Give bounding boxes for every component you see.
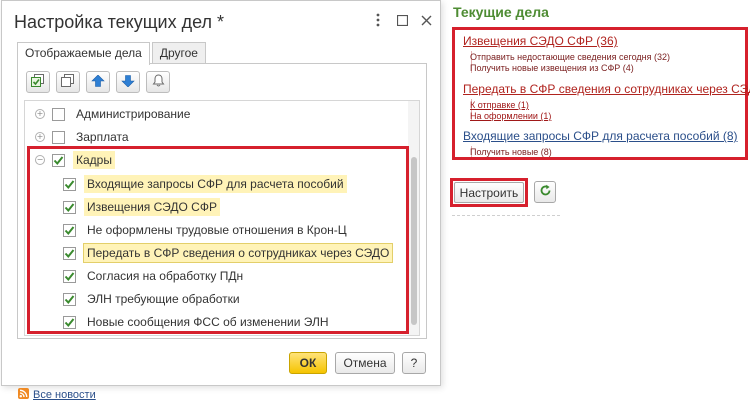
- task-send-missing-link[interactable]: Отправить недостающие сведения сегодня (…: [470, 52, 670, 62]
- check-all-icon: [31, 74, 45, 90]
- tree-item-label: Новые сообщения ФСС об изменении ЭЛН: [87, 315, 329, 329]
- refresh-button[interactable]: [534, 181, 556, 203]
- task-tree: + Администрирование + Зарплата − Кадры В…: [24, 100, 420, 336]
- tree-item-label: Входящие запросы СФР для расчета пособий: [84, 175, 347, 193]
- checkbox-checked[interactable]: [63, 292, 76, 306]
- help-button[interactable]: ?: [402, 352, 426, 374]
- tab-other[interactable]: Другое: [151, 42, 206, 64]
- more-options-icon[interactable]: [369, 11, 387, 29]
- tab-displayed-tasks[interactable]: Отображаемые дела: [17, 42, 150, 65]
- uncheck-all-button[interactable]: [56, 71, 80, 93]
- rss-icon: [18, 388, 29, 400]
- checkbox-checked[interactable]: [63, 200, 76, 214]
- bell-icon: [152, 74, 165, 90]
- configure-button-frame: Настроить: [450, 178, 528, 207]
- move-up-icon: [91, 74, 105, 90]
- current-tasks-list: Извещения СЭДО СФР (36) Отправить недост…: [452, 27, 750, 160]
- task-to-send-link[interactable]: К отправке (1): [470, 100, 529, 110]
- checkbox-checked[interactable]: [63, 315, 76, 329]
- move-down-button[interactable]: [116, 71, 140, 93]
- tab-content: + Администрирование + Зарплата − Кадры В…: [17, 63, 427, 339]
- tree-item-send-to-sfr[interactable]: Передать в СФР сведения о сотрудниках че…: [63, 242, 394, 264]
- settings-dialog: Настройка текущих дел * Отображаемые дел…: [1, 0, 441, 386]
- collapse-icon[interactable]: −: [35, 155, 45, 165]
- current-tasks-title: Текущие дела: [453, 4, 549, 20]
- tree-item-label: Зарплата: [76, 130, 129, 144]
- maximize-icon[interactable]: [393, 11, 411, 29]
- checkbox-checked[interactable]: [63, 246, 76, 260]
- configure-button[interactable]: Настроить: [454, 182, 524, 203]
- tree-item-administration[interactable]: + Администрирование: [35, 103, 193, 125]
- checkbox-checked[interactable]: [63, 269, 76, 283]
- tree-item-label: Кадры: [73, 151, 115, 169]
- tree-item-personnel[interactable]: − Кадры: [35, 149, 115, 171]
- tree-scrollbar[interactable]: [408, 101, 419, 335]
- move-down-icon: [121, 74, 135, 90]
- checkbox-checked[interactable]: [63, 223, 76, 237]
- tree-item-incoming-requests[interactable]: Входящие запросы СФР для расчета пособий: [63, 173, 347, 195]
- tree-item-label: Администрирование: [76, 107, 191, 121]
- tree-item-label: Не оформлены трудовые отношения в Крон-Ц: [87, 223, 347, 237]
- tree-item-sedo-notices[interactable]: Извещения СЭДО СФР: [63, 196, 220, 218]
- group-send-to-sfr-link[interactable]: Передать в СФР сведения о сотрудниках че…: [463, 82, 750, 96]
- news-row: Все новости: [18, 388, 96, 400]
- cancel-button[interactable]: Отмена: [335, 352, 395, 374]
- tree-item-label: Передать в СФР сведения о сотрудниках че…: [82, 243, 394, 263]
- tree-item-fss-messages[interactable]: Новые сообщения ФСС об изменении ЭЛН: [63, 311, 332, 333]
- tree-item-label: Согласия на обработку ПДн: [87, 269, 244, 283]
- checkbox[interactable]: [52, 130, 65, 144]
- dialog-tabs: Отображаемые дела Другое: [17, 42, 206, 65]
- divider: [452, 215, 560, 216]
- tree-item-pd-consent[interactable]: Согласия на обработку ПДн: [63, 265, 246, 287]
- ok-button[interactable]: ОК: [289, 352, 327, 374]
- task-get-notices-link[interactable]: Получить новые извещения из СФР (4): [470, 63, 634, 73]
- expand-icon[interactable]: +: [35, 132, 45, 142]
- close-icon[interactable]: [417, 11, 435, 29]
- tree-item-eln-processing[interactable]: ЭЛН требующие обработки: [63, 288, 243, 310]
- tree-item-label: ЭЛН требующие обработки: [87, 292, 240, 306]
- uncheck-all-icon: [61, 74, 75, 90]
- task-get-new-link[interactable]: Получить новые (8): [470, 147, 552, 157]
- check-all-button[interactable]: [26, 71, 50, 93]
- checkbox-checked[interactable]: [52, 153, 65, 167]
- tree-item-label: Извещения СЭДО СФР: [84, 198, 220, 216]
- group-sedo-notices-link[interactable]: Извещения СЭДО СФР (36): [463, 34, 618, 48]
- tree-item-labor-relations[interactable]: Не оформлены трудовые отношения в Крон-Ц: [63, 219, 350, 241]
- scroll-thumb[interactable]: [411, 157, 417, 325]
- tree-toolbar: [26, 71, 176, 93]
- group-incoming-requests-link[interactable]: Входящие запросы СФР для расчета пособий…: [463, 129, 738, 143]
- all-news-link[interactable]: Все новости: [33, 389, 96, 400]
- checkbox-checked[interactable]: [63, 177, 76, 191]
- checkbox[interactable]: [52, 107, 65, 121]
- task-in-progress-link[interactable]: На оформлении (1): [470, 111, 551, 121]
- tree-item-salary[interactable]: + Зарплата: [35, 126, 132, 148]
- expand-icon[interactable]: +: [35, 109, 45, 119]
- refresh-icon: [539, 184, 552, 200]
- dialog-title: Настройка текущих дел *: [14, 12, 225, 32]
- notifications-button[interactable]: [146, 71, 170, 93]
- move-up-button[interactable]: [86, 71, 110, 93]
